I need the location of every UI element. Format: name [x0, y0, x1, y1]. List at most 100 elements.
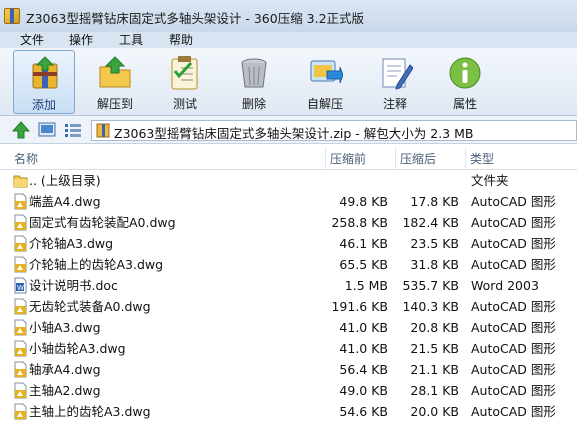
file-row[interactable]: 介轮轴A3.dwg 46.1 KB 23.5 KB AutoCAD 图形: [0, 233, 577, 254]
file-size: 46.1 KB: [339, 236, 388, 251]
file-size: 41.0 KB: [339, 320, 388, 335]
file-size: 56.4 KB: [339, 362, 388, 377]
app-logo-icon: [4, 8, 20, 24]
dwg-file-icon: [14, 319, 27, 336]
menu-help[interactable]: 帮助: [169, 32, 193, 48]
file-row[interactable]: W 设计说明书.doc 1.5 MB 535.7 KB Word 2003: [0, 275, 577, 296]
archive-path-field[interactable]: Z3063型摇臂钻床固定式多轴头架设计.zip - 解包大小为 2.3 MB: [91, 120, 577, 141]
add-label: 添加: [31, 98, 56, 112]
comment-icon: [382, 58, 413, 90]
file-name: 小轴齿轮A3.dwg: [29, 341, 126, 356]
file-row[interactable]: 小轴A3.dwg 41.0 KB 20.8 KB AutoCAD 图形: [0, 317, 577, 338]
file-row[interactable]: .. (上级目录) 文件夹: [0, 170, 577, 191]
file-packed-size: 28.1 KB: [410, 383, 459, 398]
file-packed-size: 20.8 KB: [410, 320, 459, 335]
delete-trashcan-icon: [241, 58, 267, 88]
folder-icon: [13, 175, 28, 188]
file-size: 49.8 KB: [339, 194, 388, 209]
file-type: AutoCAD 图形: [471, 404, 556, 419]
add-button[interactable]: 添加: [13, 50, 75, 114]
file-type: AutoCAD 图形: [471, 341, 556, 356]
file-type: AutoCAD 图形: [471, 320, 556, 335]
title-bar: Z3063型摇臂钻床固定式多轴头架设计 - 360压缩 3.2正式版: [0, 0, 577, 32]
file-size: 65.5 KB: [339, 257, 388, 272]
self-extract-button[interactable]: 自解压: [294, 50, 356, 114]
file-packed-size: 21.1 KB: [410, 362, 459, 377]
file-size: 1.5 MB: [344, 278, 388, 293]
file-row[interactable]: 介轮轴上的齿轮A3.dwg 65.5 KB 31.8 KB AutoCAD 图形: [0, 254, 577, 275]
list-view-icon[interactable]: [64, 121, 82, 139]
file-packed-size: 140.3 KB: [402, 299, 459, 314]
menu-tools[interactable]: 工具: [119, 32, 143, 48]
file-name: 无齿轮式装备A0.dwg: [29, 299, 151, 314]
svg-text:W: W: [17, 284, 24, 292]
dwg-file-icon: [14, 193, 27, 210]
column-header-size[interactable]: 压缩前: [326, 148, 396, 170]
comment-button[interactable]: 注释: [364, 50, 426, 114]
file-size: 41.0 KB: [339, 341, 388, 356]
file-size: 49.0 KB: [339, 383, 388, 398]
properties-label: 属性: [452, 97, 477, 111]
delete-label: 删除: [241, 97, 266, 111]
column-header-type[interactable]: 类型: [466, 148, 577, 170]
file-row[interactable]: 固定式有齿轮装配A0.dwg 258.8 KB 182.4 KB AutoCAD 图形: [0, 212, 577, 233]
dwg-file-icon: [14, 235, 27, 252]
thumbnail-view-icon[interactable]: [38, 121, 56, 139]
test-button[interactable]: 测试: [154, 50, 216, 114]
menu-file[interactable]: 文件: [20, 32, 44, 48]
file-row[interactable]: 主轴A2.dwg 49.0 KB 28.1 KB AutoCAD 图形: [0, 380, 577, 401]
file-size: 191.6 KB: [331, 299, 388, 314]
toolbar: 添加 解压到 测试 删除 自解压 注释 属性: [0, 48, 577, 116]
file-packed-size: 17.8 KB: [410, 194, 459, 209]
extract-to-icon: [99, 56, 131, 88]
up-arrow-icon[interactable]: [12, 121, 30, 139]
file-type: AutoCAD 图形: [471, 257, 556, 272]
archive-path-text: Z3063型摇臂钻床固定式多轴头架设计.zip - 解包大小为 2.3 MB: [114, 126, 474, 141]
file-row[interactable]: 无齿轮式装备A0.dwg 191.6 KB 140.3 KB AutoCAD 图形: [0, 296, 577, 317]
file-size: 258.8 KB: [331, 215, 388, 230]
file-packed-size: 23.5 KB: [410, 236, 459, 251]
file-type: AutoCAD 图形: [471, 299, 556, 314]
file-list-header: 名称 压缩前 压缩后 类型: [0, 148, 577, 170]
test-label: 测试: [172, 97, 197, 111]
info-icon: [449, 57, 481, 89]
file-row[interactable]: 轴承A4.dwg 56.4 KB 21.1 KB AutoCAD 图形: [0, 359, 577, 380]
file-packed-size: 21.5 KB: [410, 341, 459, 356]
zip-archive-icon: [96, 123, 110, 138]
file-packed-size: 535.7 KB: [402, 278, 459, 293]
file-name: 主轴A2.dwg: [29, 383, 101, 398]
file-row[interactable]: 端盖A4.dwg 49.8 KB 17.8 KB AutoCAD 图形: [0, 191, 577, 212]
file-name: 端盖A4.dwg: [29, 194, 101, 209]
menu-operation[interactable]: 操作: [69, 32, 93, 48]
dwg-file-icon: [14, 298, 27, 315]
dwg-file-icon: [14, 214, 27, 231]
comment-label: 注释: [382, 97, 407, 111]
add-archive-icon: [32, 56, 58, 89]
file-name: 轴承A4.dwg: [29, 362, 101, 377]
window-title: Z3063型摇臂钻床固定式多轴头架设计 - 360压缩 3.2正式版: [26, 11, 365, 26]
file-name: 介轮轴上的齿轮A3.dwg: [29, 257, 164, 272]
file-packed-size: 20.0 KB: [410, 404, 459, 419]
file-packed-size: 31.8 KB: [410, 257, 459, 272]
address-bar: Z3063型摇臂钻床固定式多轴头架设计.zip - 解包大小为 2.3 MB: [0, 116, 577, 144]
extract-to-button[interactable]: 解压到: [84, 50, 146, 114]
properties-button[interactable]: 属性: [434, 50, 496, 114]
file-name: 设计说明书.doc: [29, 278, 118, 293]
dwg-file-icon: [14, 256, 27, 273]
file-size: 54.6 KB: [339, 404, 388, 419]
file-type: AutoCAD 图形: [471, 194, 556, 209]
dwg-file-icon: [14, 403, 27, 420]
file-row[interactable]: 小轴齿轮A3.dwg 41.0 KB 21.5 KB AutoCAD 图形: [0, 338, 577, 359]
file-row[interactable]: 主轴上的齿轮A3.dwg 54.6 KB 20.0 KB AutoCAD 图形: [0, 401, 577, 422]
column-header-name[interactable]: 名称: [10, 148, 326, 170]
file-name: 小轴A3.dwg: [29, 320, 101, 335]
word-doc-icon: W: [14, 277, 27, 294]
delete-button[interactable]: 删除: [223, 50, 285, 114]
self-extract-icon: [310, 60, 343, 84]
menu-bar: 文件 操作 工具 帮助: [0, 32, 577, 48]
dwg-file-icon: [14, 382, 27, 399]
column-header-packed[interactable]: 压缩后: [396, 148, 466, 170]
dwg-file-icon: [14, 361, 27, 378]
file-type: AutoCAD 图形: [471, 236, 556, 251]
file-type: AutoCAD 图形: [471, 362, 556, 377]
